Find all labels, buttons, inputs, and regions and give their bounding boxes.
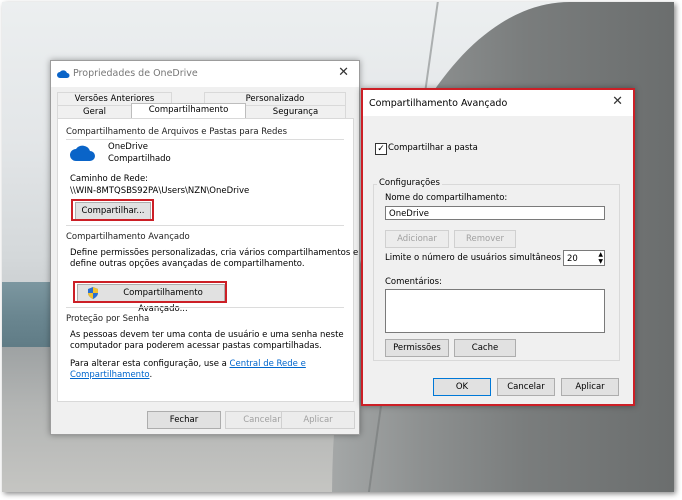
spin-arrows-icon[interactable]: ▲ ▼ — [598, 251, 603, 265]
password-desc-line2: computador para poderem acessar pastas c… — [70, 341, 322, 351]
password-desc-line1: As pessoas devem ter uma conta de usuári… — [70, 330, 344, 340]
onedrive-cloud-icon — [70, 145, 95, 161]
network-center-link[interactable]: Central de Rede e — [230, 359, 306, 369]
advanced-sharing-group-title: Compartilhamento Avançado — [66, 232, 190, 242]
password-change-line2: Compartilhamento. — [70, 370, 152, 380]
comments-textarea[interactable] — [385, 289, 605, 333]
close-button[interactable]: Fechar — [147, 411, 221, 429]
network-path-value: \\WIN-8MTQSBS92PA\Users\NZN\OneDrive — [70, 186, 250, 196]
password-change-line: Para alterar esta configuração, use a Ce… — [70, 359, 306, 369]
advanced-sharing-dialog: Compartilhamento Avançado ✕ ✓ Compartilh… — [361, 88, 635, 406]
share-folder-checkbox[interactable]: ✓ — [375, 143, 387, 155]
network-sharing-group-title: Compartilhamento de Arquivos e Pastas pa… — [66, 127, 288, 137]
close-icon[interactable]: ✕ — [612, 94, 623, 109]
user-limit-stepper[interactable]: 20 ▲ ▼ — [563, 250, 605, 266]
permissions-button[interactable]: Permissões — [385, 339, 449, 357]
properties-dialog: Propriedades de OneDrive ✕ Versões Anter… — [50, 60, 360, 435]
share-name-label: Nome do compartilhamento: — [385, 193, 508, 203]
onedrive-cloud-icon — [57, 70, 70, 78]
link-suffix: . — [149, 370, 153, 380]
ok-button[interactable]: OK — [433, 378, 491, 396]
network-path-label: Caminho de Rede: — [70, 174, 149, 184]
shared-folder-name: OneDrive — [108, 142, 148, 152]
tab-seguranca[interactable]: Segurança — [245, 105, 346, 118]
comments-label: Comentários: — [385, 277, 442, 287]
share-name-input[interactable]: OneDrive — [385, 206, 605, 220]
user-limit-value: 20 — [567, 254, 578, 264]
divider — [66, 307, 344, 308]
network-center-link-cont[interactable]: Compartilhamento — [70, 370, 149, 380]
apply-button[interactable]: Aplicar — [561, 378, 619, 396]
advanced-desc-line2: define outras opções avançadas de compar… — [70, 259, 305, 269]
advanced-button-highlight — [73, 281, 227, 303]
settings-legend: Configurações — [377, 178, 442, 188]
advanced-titlebar[interactable]: Compartilhamento Avançado ✕ — [363, 90, 633, 116]
remove-button[interactable]: Remover — [454, 230, 516, 248]
advanced-desc-line1: Define permissões personalizadas, cria v… — [70, 248, 359, 258]
tab-geral[interactable]: Geral — [57, 105, 132, 118]
advanced-title: Compartilhamento Avançado — [369, 98, 508, 109]
cache-button[interactable]: Cache — [454, 339, 516, 357]
divider — [66, 225, 344, 226]
close-icon[interactable]: ✕ — [338, 65, 349, 80]
user-limit-label: Limite o número de usuários simultâneos … — [385, 253, 572, 263]
properties-title: Propriedades de OneDrive — [73, 68, 198, 79]
password-change-prefix: Para alterar esta configuração, use a — [70, 359, 227, 369]
apply-button[interactable]: Aplicar — [281, 411, 355, 429]
password-protection-title: Proteção por Senha — [66, 314, 150, 324]
share-button-highlight — [71, 199, 154, 221]
cancel-button[interactable]: Cancelar — [497, 378, 555, 396]
divider — [66, 139, 344, 140]
shared-status: Compartilhado — [108, 154, 171, 164]
tab-compartilhamento[interactable]: Compartilhamento — [131, 103, 246, 118]
add-button[interactable]: Adicionar — [385, 230, 449, 248]
properties-titlebar[interactable]: Propriedades de OneDrive ✕ — [51, 61, 359, 87]
sharing-panel: Compartilhamento de Arquivos e Pastas pa… — [57, 118, 358, 402]
screenshot-frame: Propriedades de OneDrive ✕ Versões Anter… — [2, 2, 674, 492]
share-folder-label: Compartilhar a pasta — [388, 143, 478, 153]
